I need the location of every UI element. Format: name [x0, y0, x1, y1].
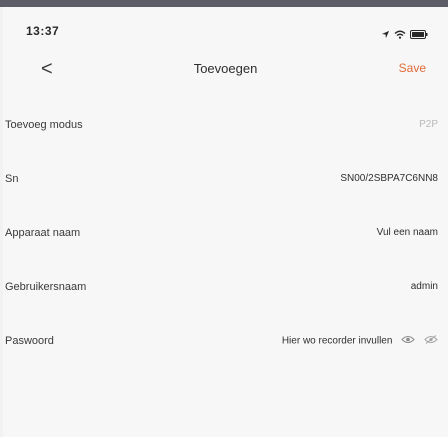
form-row-sn[interactable]: Sn SN00/2SBPA7C6NN8	[3, 149, 448, 203]
password-label: Paswoord	[5, 335, 54, 347]
form-row-password[interactable]: Paswoord Hier wo recorder invullen	[3, 311, 448, 365]
wifi-icon	[394, 26, 406, 44]
password-value-wrap: Hier wo recorder invullen	[282, 335, 438, 347]
username-label: Gebruikersnaam	[5, 281, 87, 293]
mode-label: Toevoeg modus	[5, 119, 83, 131]
save-button[interactable]: Save	[399, 61, 426, 75]
nav-bar: < Toevoegen Save	[3, 49, 448, 95]
password-field[interactable]: Hier wo recorder invullen	[282, 336, 393, 347]
device-name-label: Apparaat naam	[5, 227, 81, 239]
eye-off-icon[interactable]	[424, 335, 438, 347]
location-arrow-icon	[381, 26, 390, 44]
device-name-field[interactable]: Vul een naam	[377, 227, 438, 238]
status-bar: 13:37	[3, 7, 448, 49]
form-row-device-name[interactable]: Apparaat naam Vul een naam	[3, 203, 448, 257]
status-time: 13:37	[26, 24, 60, 38]
username-field[interactable]: admin	[411, 281, 438, 292]
battery-icon	[410, 26, 428, 44]
form-row-username[interactable]: Gebruikersnaam admin	[3, 257, 448, 311]
phone-screen: 13:37 < Toevoegen Save Toevoeg modus P2P…	[3, 7, 448, 437]
status-icons	[381, 26, 428, 44]
mode-value[interactable]: P2P	[419, 119, 438, 130]
window-top-bar	[0, 0, 448, 7]
sn-label: Sn	[5, 173, 19, 185]
form-row-mode[interactable]: Toevoeg modus P2P	[3, 95, 448, 149]
device-form: Toevoeg modus P2P Sn SN00/2SBPA7C6NN8 Ap…	[3, 95, 448, 365]
eye-icon[interactable]	[401, 335, 415, 347]
page-title: Toevoegen	[193, 61, 258, 76]
sn-value[interactable]: SN00/2SBPA7C6NN8	[340, 173, 438, 184]
